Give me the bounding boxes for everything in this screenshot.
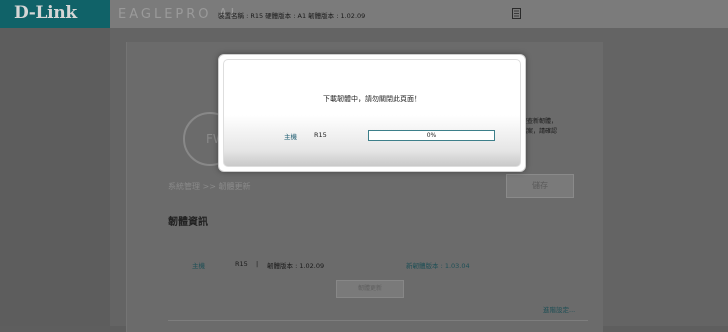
modal-body: 下載韌體中，請勿關閉此頁面！ 主機 R15 0% <box>223 59 521 167</box>
logo-text: D-Link <box>14 3 77 23</box>
sidebar <box>0 28 110 326</box>
separator: | <box>256 260 259 268</box>
download-modal: 下載韌體中，請勿關閉此頁面！ 主機 R15 0% <box>218 54 526 172</box>
description-text: 檔案，請確認 <box>521 128 558 135</box>
modal-message: 下載韌體中，請勿關閉此頁面！ <box>323 95 421 103</box>
document-icon[interactable] <box>512 8 521 19</box>
description-text: 搜查新韌體， <box>521 118 558 125</box>
breadcrumb: 系統管理 >> 韌體更新 <box>168 182 251 191</box>
divider <box>168 320 588 321</box>
advanced-settings-link[interactable]: 進階設定... <box>543 304 575 314</box>
dlink-logo: D-Link <box>0 0 110 28</box>
host-model: R15 <box>235 260 248 268</box>
device-info: 裝置名稱 : R15 硬體版本 : A1 韌體版本 : 1.02.09 <box>218 12 366 20</box>
save-button[interactable]: 儲存 <box>506 174 574 198</box>
download-progress-bar: 0% <box>368 130 495 141</box>
modal-host-label: 主機 <box>284 133 297 141</box>
firmware-update-button[interactable]: 韌體更新 <box>336 280 404 298</box>
top-header: D-Link EAGLEPRO AI 裝置名稱 : R15 硬體版本 : A1 … <box>0 0 728 28</box>
progress-text: 0% <box>426 132 437 139</box>
modal-host-model: R15 <box>314 131 327 139</box>
section-title: 韌體資訊 <box>168 217 208 228</box>
current-version: 韌體版本 : 1.02.09 <box>267 262 325 270</box>
host-label: 主機 <box>192 262 205 270</box>
new-version: 新韌體版本 : 1.03.04 <box>406 262 470 270</box>
